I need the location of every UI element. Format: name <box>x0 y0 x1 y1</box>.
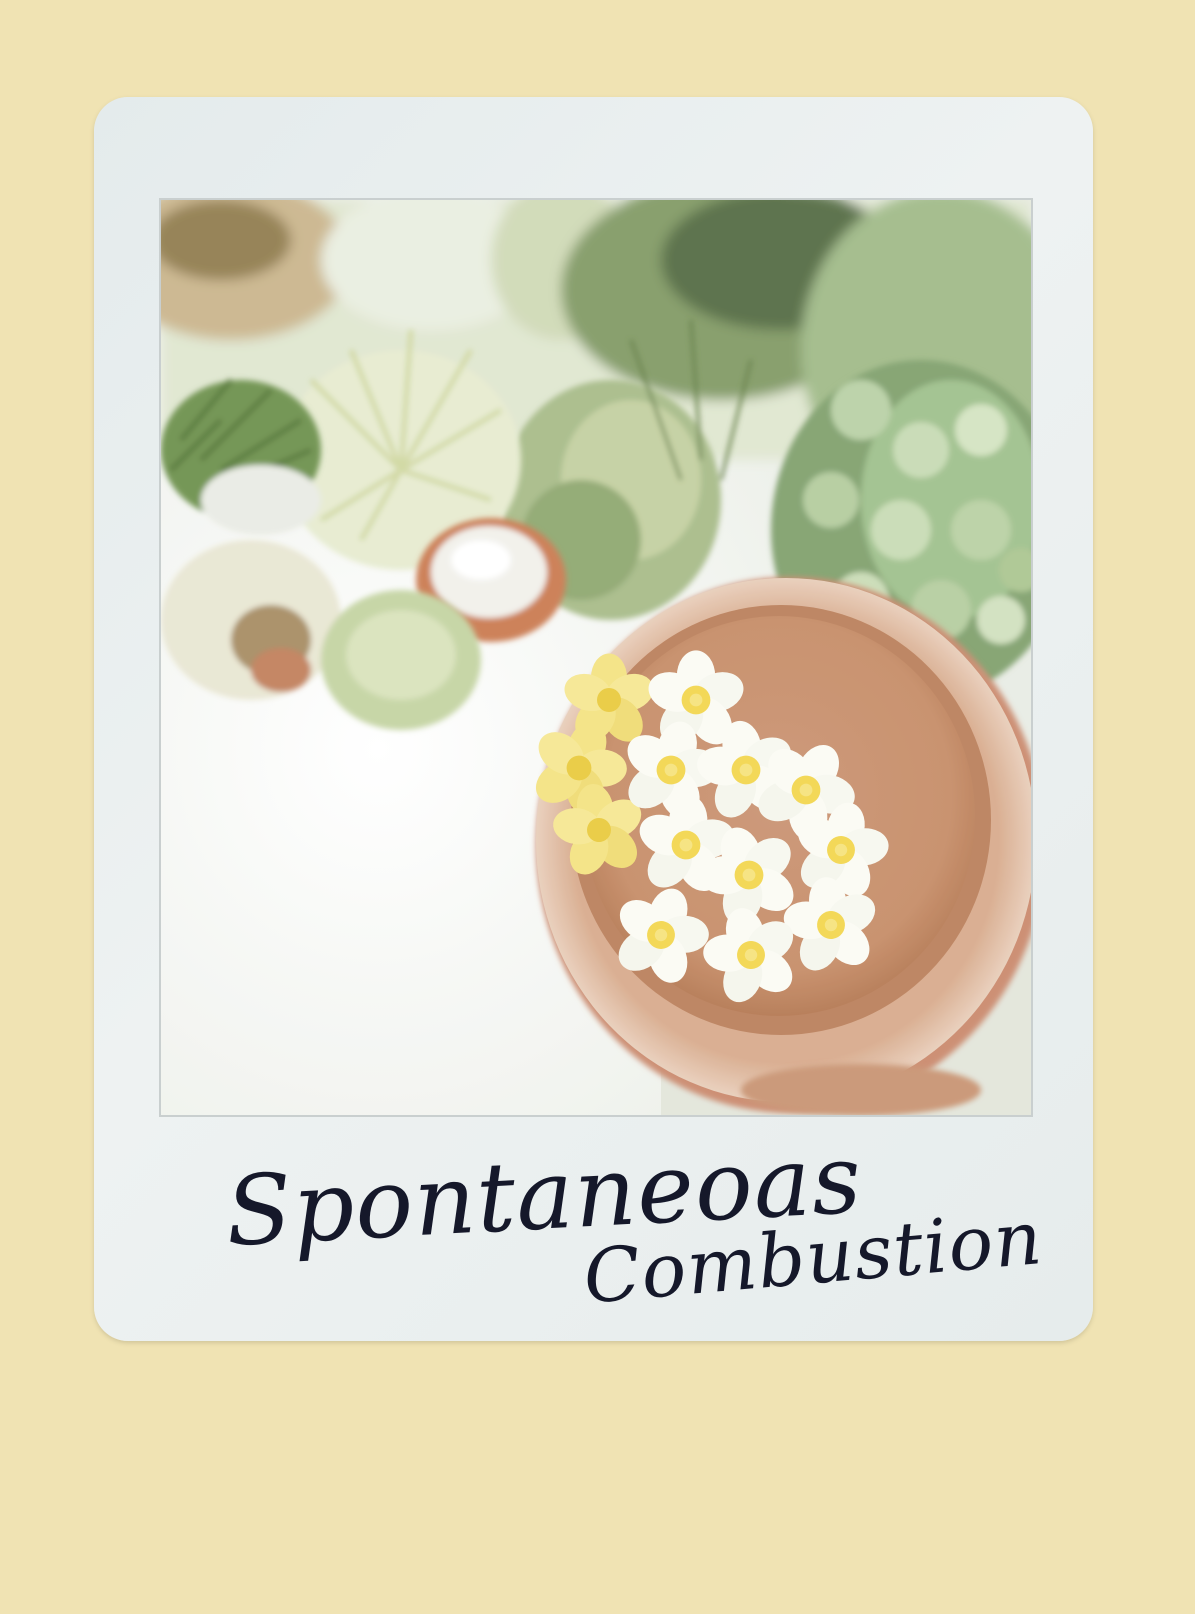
instant-photo-print: Spontaneoas Combustion <box>94 97 1093 1341</box>
handwritten-caption: Spontaneoas Combustion <box>214 1123 1074 1337</box>
photo-image <box>159 198 1033 1117</box>
